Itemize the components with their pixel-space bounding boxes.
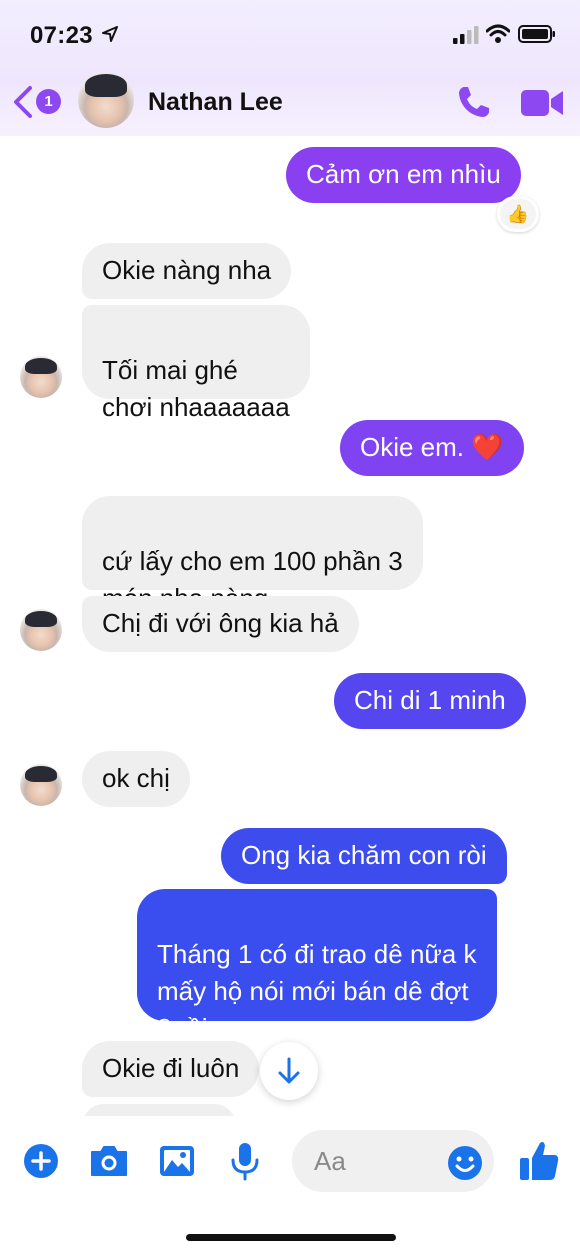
message-bubble-incoming[interactable]: Chị đi với ông kia hả [82,596,359,652]
message-bubble-outgoing[interactable]: Chi di 1 minh [334,673,526,729]
plus-icon[interactable] [20,1140,62,1182]
thumbs-up-icon[interactable] [518,1138,560,1182]
phone-call-icon[interactable] [456,84,492,120]
message-bubble-incoming[interactable]: Okie nàng nha [82,243,292,299]
battery-icon [518,25,555,43]
message-bubble-incoming[interactable]: Okie đi luôn [82,1041,260,1097]
image-icon[interactable] [156,1140,198,1182]
contact-avatar[interactable] [78,72,134,128]
message-text: Tối mai ghé chơi nhaaaaaaa [102,355,290,422]
message-input-placeholder: Aa [314,1146,346,1176]
message-bubble-incoming[interactable]: ok chị [82,751,190,807]
message-text: Chi di 1 minh [354,685,506,715]
message-text: Okie nàng nha [102,255,272,285]
message-text: Ong kia chăm con ròi [241,840,487,870]
home-indicator [186,1234,396,1241]
message-bubble-outgoing[interactable]: Cảm ơn em nhìu [286,147,521,203]
emoji-icon[interactable] [446,1144,484,1182]
message-bubble-outgoing[interactable]: Tháng 1 có đi trao dê nữa k mấy hộ nói m… [137,889,497,1043]
message-text: Okie đi luôn [102,1053,240,1083]
video-call-icon[interactable] [520,88,564,118]
camera-icon[interactable] [88,1140,130,1182]
microphone-icon[interactable] [224,1140,266,1182]
scroll-to-bottom-button[interactable] [260,1042,318,1100]
cellular-signal-icon [453,26,479,44]
message-text: Chị đi với ông kia hả [102,608,339,638]
message-bubble-incoming[interactable]: Tối mai ghé chơi nhaaaaaaa [82,305,310,422]
message-text: Okie em. ❤️ [360,432,504,462]
status-bar: 07:23 [0,0,580,70]
wifi-icon [486,24,510,43]
message-text: ok chị [102,763,170,793]
message-text: Cảm ơn em nhìu [306,159,501,189]
contact-name[interactable]: Nathan Lee [148,88,283,117]
message-bubble-outgoing[interactable]: Okie em. ❤️ [340,420,524,476]
arrow-down-icon [278,1057,300,1084]
location-arrow-icon [102,26,118,42]
status-time: 07:23 [30,22,93,49]
unread-count-badge: 1 [36,89,61,114]
sender-avatar [20,764,62,806]
sender-avatar [20,609,62,651]
message-text: Tháng 1 có đi trao dê nữa k mấy hộ nói m… [157,939,477,1043]
message-bubble-incoming[interactable]: cứ lấy cho em 100 phần 3 món nha nàng [82,496,423,613]
sender-avatar [20,356,62,398]
thumbs-up-reaction-icon[interactable]: 👍 [497,196,539,232]
message-bubble-outgoing[interactable]: Ong kia chăm con ròi [221,828,507,884]
